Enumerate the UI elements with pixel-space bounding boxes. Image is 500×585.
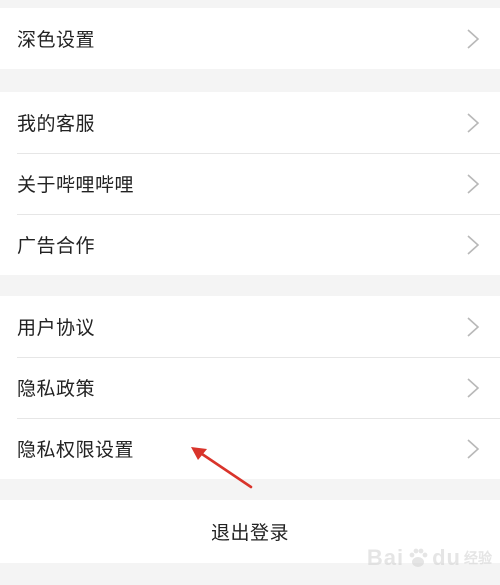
logout-label: 退出登录 [210,522,289,544]
row-label: 深色设置 [17,29,96,51]
chevron-right-icon [467,377,480,398]
row-label: 用户协议 [17,317,96,339]
watermark-text2: du [432,545,461,570]
watermark-text: Bai [366,545,405,570]
row-label: 广告合作 [17,235,96,257]
chevron-right-icon [467,28,480,49]
row-privacy-policy[interactable]: 隐私政策 [0,357,500,418]
row-dark-mode[interactable]: 深色设置 [0,8,500,69]
chevron-right-icon [467,438,480,459]
row-about-bilibili[interactable]: 关于哔哩哔哩 [0,153,500,214]
settings-group-about: 我的客服 关于哔哩哔哩 广告合作 [0,92,500,275]
paw-icon [409,548,428,567]
watermark-sub: 经验 [464,551,492,567]
chevron-right-icon [467,234,480,255]
chevron-right-icon [467,173,480,194]
settings-group-display: 深色设置 [0,8,500,69]
row-label: 隐私权限设置 [17,439,135,461]
chevron-right-icon [467,112,480,133]
row-label: 关于哔哩哔哩 [17,174,135,196]
row-ad-cooperation[interactable]: 广告合作 [0,214,500,275]
row-label: 我的客服 [17,113,96,135]
baidu-watermark: Bai du 经验 [367,545,492,571]
row-customer-service[interactable]: 我的客服 [0,92,500,153]
row-label: 隐私政策 [17,378,96,400]
annotation-arrow-icon [191,447,253,489]
row-user-agreement[interactable]: 用户协议 [0,296,500,357]
chevron-right-icon [467,316,480,337]
